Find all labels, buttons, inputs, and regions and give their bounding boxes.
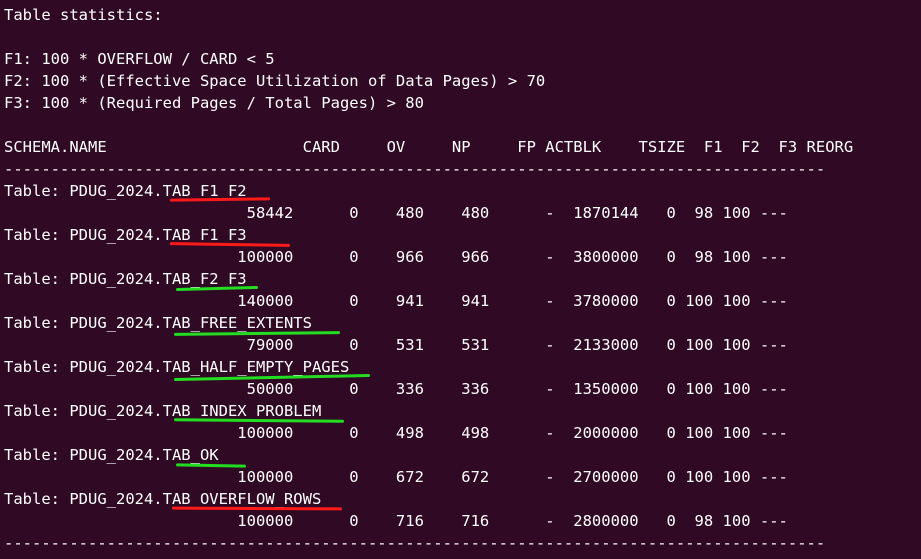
table-stats-row: 140000 0 941 941 - 3780000 0 100 100 --- — [4, 292, 788, 310]
table-stats-row: 100000 0 672 672 - 2700000 0 100 100 --- — [4, 468, 788, 486]
table-stats-row: 100000 0 966 966 - 3800000 0 98 100 --- — [4, 248, 788, 266]
table-stats-row: 79000 0 531 531 - 2133000 0 100 100 --- — [4, 336, 788, 354]
table-name-row: Table: PDUG_2024.TAB_FREE_EXTENTS — [4, 314, 312, 332]
formula-f1: F1: 100 * OVERFLOW / CARD < 5 — [4, 50, 275, 68]
table-stats-row: 50000 0 336 336 - 1350000 0 100 100 --- — [4, 380, 788, 398]
separator-top: ----------------------------------------… — [4, 160, 826, 178]
heading: Table statistics: — [4, 6, 163, 24]
table-stats-row: 100000 0 498 498 - 2000000 0 100 100 --- — [4, 424, 788, 442]
terminal-window[interactable]: Table statistics: F1: 100 * OVERFLOW / C… — [0, 0, 921, 559]
table-stats-row: 100000 0 716 716 - 2800000 0 98 100 --- — [4, 512, 788, 530]
separator-bottom: ----------------------------------------… — [4, 534, 826, 552]
column-header: SCHEMA.NAME CARD OV NP FP ACTBLK TSIZE F… — [4, 138, 854, 156]
table-stats-row: 58442 0 480 480 - 1870144 0 98 100 --- — [4, 204, 788, 222]
formula-f3: F3: 100 * (Required Pages / Total Pages)… — [4, 94, 424, 112]
formula-f2: F2: 100 * (Effective Space Utilization o… — [4, 72, 546, 90]
